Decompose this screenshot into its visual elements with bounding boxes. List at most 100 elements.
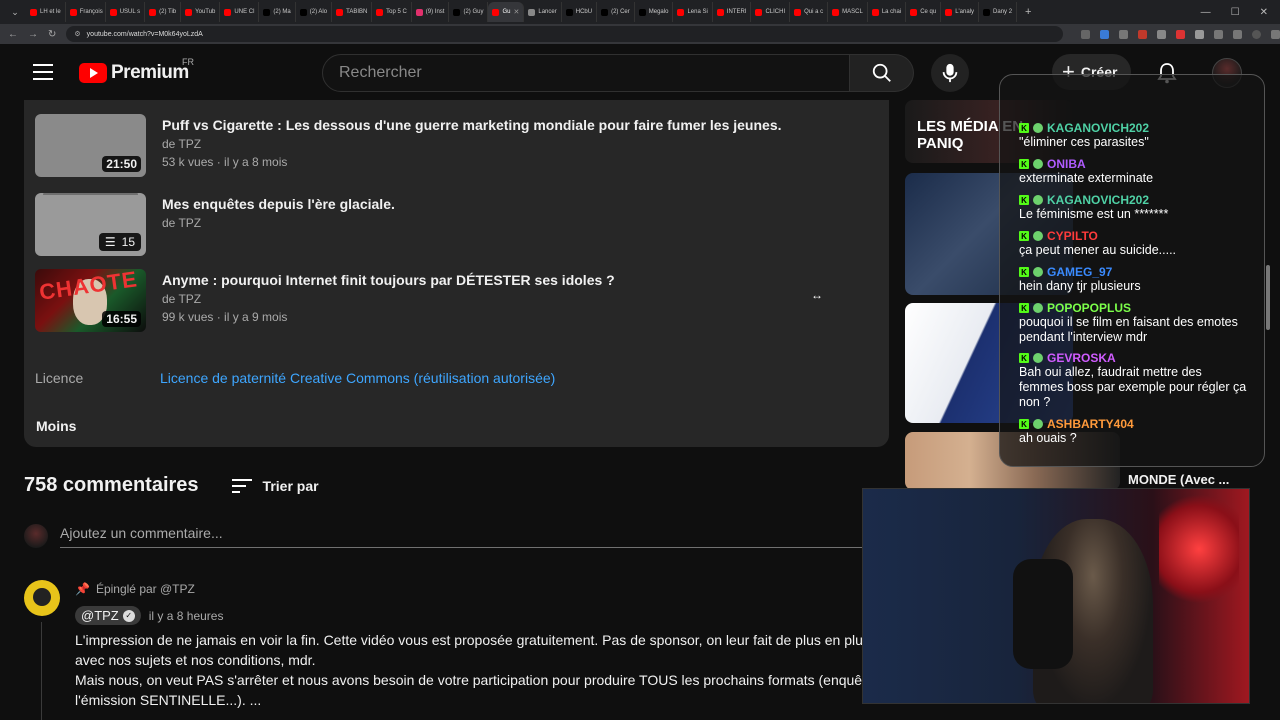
microphone bbox=[1013, 559, 1073, 669]
chat-message-header: K POPOPOPLUS bbox=[1019, 301, 1249, 315]
extension-icon[interactable] bbox=[1157, 29, 1166, 39]
video-stats: 99 k vues · il y a 9 mois bbox=[162, 310, 288, 324]
tab-label: INTERI bbox=[726, 9, 747, 15]
chat-message-header: K KAGANOVICH202 bbox=[1019, 121, 1249, 135]
linked-video[interactable]: CHAOTE 16:55 Anyme : pourquoi Internet f… bbox=[35, 269, 615, 332]
voice-search-button[interactable] bbox=[931, 54, 969, 92]
search-input[interactable] bbox=[322, 54, 851, 92]
close-window-icon[interactable]: ✕ bbox=[1260, 7, 1268, 18]
tab-label: UNE Cl bbox=[234, 9, 255, 15]
chat-text: exterminate exterminate bbox=[1019, 171, 1154, 185]
browser-tab[interactable]: Dany 2 bbox=[979, 2, 1018, 22]
licence-link[interactable]: Licence de paternité Creative Commons (r… bbox=[160, 370, 555, 386]
logo-text: Premium bbox=[111, 62, 189, 83]
tab-favicon-icon bbox=[263, 8, 271, 16]
browser-tab[interactable]: TABIBN bbox=[332, 2, 373, 22]
author-chip[interactable]: @TPZ ✓ bbox=[75, 606, 141, 625]
browser-tab[interactable]: LH et le bbox=[26, 2, 66, 22]
browser-tab[interactable]: USUL s bbox=[106, 2, 146, 22]
chat-username[interactable]: GAMEG_97 bbox=[1047, 265, 1112, 279]
tab-search-icon[interactable]: ⌄ bbox=[4, 7, 26, 18]
page-scrollbar[interactable] bbox=[1266, 265, 1270, 330]
browser-tab[interactable]: (2) Guy bbox=[449, 2, 489, 22]
minimize-icon[interactable]: — bbox=[1201, 7, 1211, 18]
comment-input[interactable]: Ajoutez un commentaire... bbox=[60, 525, 866, 548]
browser-tab[interactable]: François bbox=[66, 2, 106, 22]
youtube-logo[interactable]: Premium FR bbox=[79, 57, 194, 84]
suggested-video-title[interactable]: MONDE (Avec ... bbox=[1128, 472, 1229, 487]
tab-label: (2) Cer bbox=[611, 9, 630, 15]
browser-tab[interactable]: UNE Cl bbox=[220, 2, 260, 22]
author-name: @TPZ bbox=[81, 608, 119, 623]
browser-tab[interactable]: HCbU bbox=[562, 2, 598, 22]
browser-tab[interactable]: Ce qu bbox=[906, 2, 942, 22]
playlist-title[interactable]: Mes enquêtes depuis l'ère glaciale. bbox=[162, 194, 395, 214]
linked-playlist[interactable]: ☰ 15 Mes enquêtes depuis l'ère glaciale.… bbox=[35, 193, 395, 256]
browser-tab[interactable]: (2) Alo bbox=[296, 2, 333, 22]
sort-button[interactable]: Trier par bbox=[231, 478, 319, 494]
profile-icon[interactable] bbox=[1252, 29, 1261, 39]
search-bar bbox=[322, 54, 914, 92]
chat-username[interactable]: CYPILTO bbox=[1047, 229, 1098, 243]
chat-message-header: K ONIBA bbox=[1019, 157, 1249, 171]
menu-icon[interactable] bbox=[33, 64, 53, 80]
linked-video[interactable]: 21:50 Puff vs Cigarette : Les dessous d'… bbox=[35, 114, 782, 177]
sidebar-icon[interactable] bbox=[1233, 29, 1242, 39]
country-code: FR bbox=[182, 57, 194, 67]
browser-tab[interactable]: Top 5 C bbox=[372, 2, 412, 22]
browser-tab[interactable]: Qui a c bbox=[790, 2, 829, 22]
maximize-icon[interactable]: ☐ bbox=[1231, 7, 1240, 18]
browser-tab[interactable]: MASCL bbox=[828, 2, 868, 22]
video-title[interactable]: Anyme : pourquoi Internet finit toujours… bbox=[162, 270, 615, 290]
extension-icon[interactable] bbox=[1195, 29, 1204, 39]
comment-author-row: @TPZ ✓ il y a 8 heures bbox=[75, 606, 223, 625]
browser-tab[interactable]: (2) Ma bbox=[259, 2, 296, 22]
chat-username[interactable]: ASHBARTY404 bbox=[1047, 417, 1134, 431]
forward-icon[interactable]: → bbox=[28, 29, 38, 40]
browser-tab[interactable]: Gu ✕ bbox=[488, 2, 525, 22]
playlist-thumbnail[interactable]: ☰ 15 bbox=[35, 193, 146, 256]
url-field[interactable]: ⚙ youtube.com/watch?v=M0k64yoLzdA bbox=[66, 26, 1063, 42]
video-title[interactable]: Puff vs Cigarette : Les dessous d'une gu… bbox=[162, 115, 782, 135]
alien-badge-icon bbox=[1033, 231, 1043, 241]
browser-tab[interactable]: Megalo bbox=[635, 2, 674, 22]
puzzle-icon[interactable] bbox=[1214, 29, 1223, 39]
tab-label: François bbox=[79, 9, 103, 15]
browser-tab[interactable]: Lena Si bbox=[673, 2, 713, 22]
chat-message: K CYPILTO ça peut mener au suicide..... bbox=[1019, 229, 1249, 258]
chat-username[interactable]: KAGANOVICH202 bbox=[1047, 193, 1149, 207]
zoom-icon[interactable] bbox=[1081, 29, 1090, 39]
browser-tab[interactable]: L'analy bbox=[941, 2, 980, 22]
browser-tab[interactable]: CLICHI bbox=[751, 2, 791, 22]
browser-tab[interactable]: La chai bbox=[868, 2, 907, 22]
chat-username[interactable]: ONIBA bbox=[1047, 157, 1086, 171]
commenter-avatar[interactable] bbox=[24, 580, 60, 616]
reload-icon[interactable]: ↻ bbox=[48, 29, 56, 40]
extension-icon[interactable] bbox=[1100, 29, 1109, 39]
comment-time[interactable]: il y a 8 heures bbox=[149, 609, 224, 623]
browser-tab[interactable]: (9) Inst bbox=[412, 2, 450, 22]
browser-tab[interactable]: (2) Tib bbox=[145, 2, 182, 22]
site-info-icon[interactable]: ⚙ bbox=[74, 30, 80, 38]
video-thumbnail[interactable]: CHAOTE 16:55 bbox=[35, 269, 146, 332]
video-thumbnail[interactable]: 21:50 bbox=[35, 114, 146, 177]
tab-label: TABIBN bbox=[346, 9, 368, 15]
menu-icon[interactable] bbox=[1271, 29, 1280, 39]
extension-icon[interactable] bbox=[1176, 29, 1185, 39]
chat-username[interactable]: POPOPOPLUS bbox=[1047, 301, 1131, 315]
back-icon[interactable]: ← bbox=[8, 29, 18, 40]
extension-icon[interactable] bbox=[1138, 29, 1147, 39]
bookmark-icon[interactable] bbox=[1119, 29, 1128, 39]
chat-text: ça peut mener au suicide..... bbox=[1019, 243, 1177, 257]
tab-close-icon[interactable]: ✕ bbox=[514, 8, 520, 16]
new-tab-button[interactable]: + bbox=[1017, 6, 1039, 18]
search-button[interactable] bbox=[850, 54, 914, 92]
browser-tab[interactable]: Lancer bbox=[524, 2, 562, 22]
show-less-button[interactable]: Moins bbox=[36, 418, 76, 434]
browser-tab[interactable]: YouTub bbox=[181, 2, 221, 22]
tab-label: (2) Tib bbox=[159, 9, 177, 15]
browser-tab[interactable]: INTERI bbox=[713, 2, 752, 22]
chat-username[interactable]: GEVROSKA bbox=[1047, 351, 1116, 365]
chat-username[interactable]: KAGANOVICH202 bbox=[1047, 121, 1149, 135]
browser-tab[interactable]: (2) Cer bbox=[597, 2, 635, 22]
